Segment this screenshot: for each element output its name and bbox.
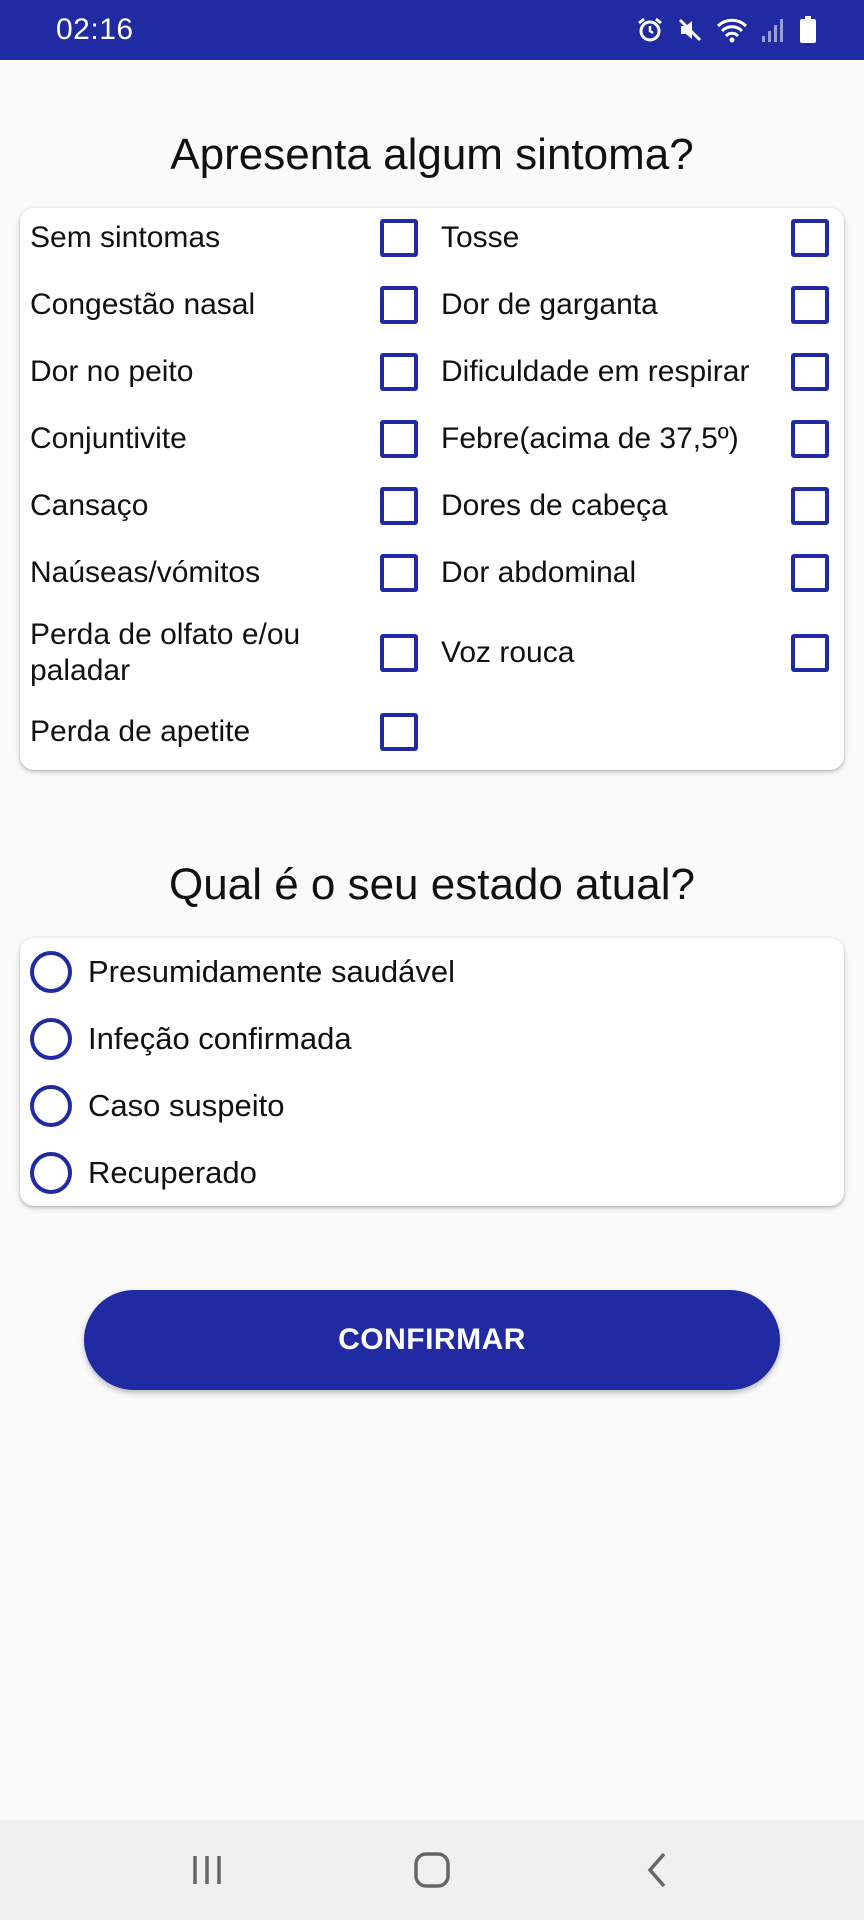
checkbox[interactable] — [791, 353, 829, 391]
symptom-tosse[interactable]: Tosse — [431, 208, 836, 268]
recent-apps-icon[interactable] — [185, 1850, 229, 1890]
symptom-conjuntivite[interactable]: Conjuntivite — [20, 409, 425, 469]
state-option-recuperado[interactable]: Recuperado — [30, 1143, 810, 1203]
battery-icon — [798, 15, 818, 45]
confirm-button[interactable]: CONFIRMAR — [84, 1290, 780, 1390]
state-option-caso-suspeito[interactable]: Caso suspeito — [30, 1076, 810, 1136]
checkbox[interactable] — [380, 554, 418, 592]
radio-button[interactable] — [30, 1018, 72, 1060]
checkbox[interactable] — [380, 420, 418, 458]
symptom-label: Perda de apetite — [30, 715, 251, 748]
checkbox[interactable] — [380, 286, 418, 324]
symptom-label: Dor de garganta — [441, 288, 658, 321]
symptom-label: Naúseas/vómitos — [30, 556, 261, 589]
home-icon[interactable] — [410, 1850, 454, 1890]
radio-button[interactable] — [30, 1085, 72, 1127]
checkbox[interactable] — [380, 219, 418, 257]
symptom-label: Perda de olfato e/ou paladar — [30, 618, 301, 687]
alarm-icon — [636, 16, 664, 44]
radio-button[interactable] — [30, 1152, 72, 1194]
symptom-label: Tosse — [441, 221, 520, 254]
symptom-sem-sintomas[interactable]: Sem sintomas — [20, 208, 425, 268]
back-icon[interactable] — [636, 1850, 680, 1890]
status-time: 02:16 — [56, 13, 134, 46]
symptom-cansaco[interactable]: Cansaço — [20, 476, 425, 536]
state-option-label: Presumidamente saudável — [88, 954, 456, 989]
symptom-label: Conjuntivite — [30, 422, 187, 455]
symptom-dor-no-peito[interactable]: Dor no peito — [20, 342, 425, 402]
checkbox[interactable] — [380, 353, 418, 391]
navigation-bar — [0, 1820, 864, 1920]
checkbox[interactable] — [380, 487, 418, 525]
symptom-voz-rouca[interactable]: Voz rouca — [431, 608, 836, 698]
checkbox[interactable] — [791, 487, 829, 525]
symptom-nauseas-vomitos[interactable]: Naúseas/vómitos — [20, 543, 425, 603]
symptom-dor-abdominal[interactable]: Dor abdominal — [431, 543, 836, 603]
symptom-congestao-nasal[interactable]: Congestão nasal — [20, 275, 425, 335]
symptom-label: Dor no peito — [30, 355, 194, 388]
checkbox[interactable] — [791, 420, 829, 458]
symptom-label: Febre(acima de 37,5º) — [441, 422, 739, 455]
symptoms-card: Sem sintomas Tosse Congestão nasal Dor d… — [20, 208, 844, 770]
symptom-label: Dificuldade em respirar — [441, 355, 750, 388]
status-bar: 02:16 — [0, 0, 864, 60]
radio-button[interactable] — [30, 951, 72, 993]
symptom-dor-de-garganta[interactable]: Dor de garganta — [431, 275, 836, 335]
symptom-perda-de-apetite[interactable]: Perda de apetite — [20, 702, 425, 762]
signal-icon — [760, 16, 786, 44]
state-option-label: Infeção confirmada — [88, 1021, 352, 1056]
symptom-dores-de-cabeca[interactable]: Dores de cabeça — [431, 476, 836, 536]
state-option-label: Recuperado — [88, 1155, 257, 1190]
checkbox[interactable] — [791, 286, 829, 324]
symptom-label: Voz rouca — [441, 636, 575, 669]
wifi-icon — [716, 16, 748, 44]
symptom-label: Cansaço — [30, 489, 149, 522]
state-option-presumidamente-saudavel[interactable]: Presumidamente saudável — [30, 942, 810, 1002]
state-title: Qual é o seu estado atual? — [169, 860, 695, 909]
symptom-febre[interactable]: Febre(acima de 37,5º) — [431, 409, 836, 469]
checkbox[interactable] — [380, 634, 418, 672]
status-icons — [636, 15, 818, 45]
symptom-label: Dores de cabeça — [441, 489, 668, 522]
checkbox[interactable] — [380, 713, 418, 751]
symptom-label: Dor abdominal — [441, 556, 637, 589]
state-option-infecao-confirmada[interactable]: Infeção confirmada — [30, 1009, 810, 1069]
symptom-perda-de-olfato[interactable]: Perda de olfato e/ou paladar — [20, 608, 425, 698]
checkbox[interactable] — [791, 554, 829, 592]
checkbox[interactable] — [791, 634, 829, 672]
state-card: Presumidamente saudável Infeção confirma… — [20, 938, 844, 1206]
mute-icon — [676, 16, 704, 44]
symptoms-title: Apresenta algum sintoma? — [170, 130, 694, 179]
symptom-label: Sem sintomas — [30, 221, 221, 254]
symptom-label: Congestão nasal — [30, 288, 256, 321]
symptom-dificuldade-em-respirar[interactable]: Dificuldade em respirar — [431, 342, 836, 402]
checkbox[interactable] — [791, 219, 829, 257]
state-option-label: Caso suspeito — [88, 1088, 285, 1123]
